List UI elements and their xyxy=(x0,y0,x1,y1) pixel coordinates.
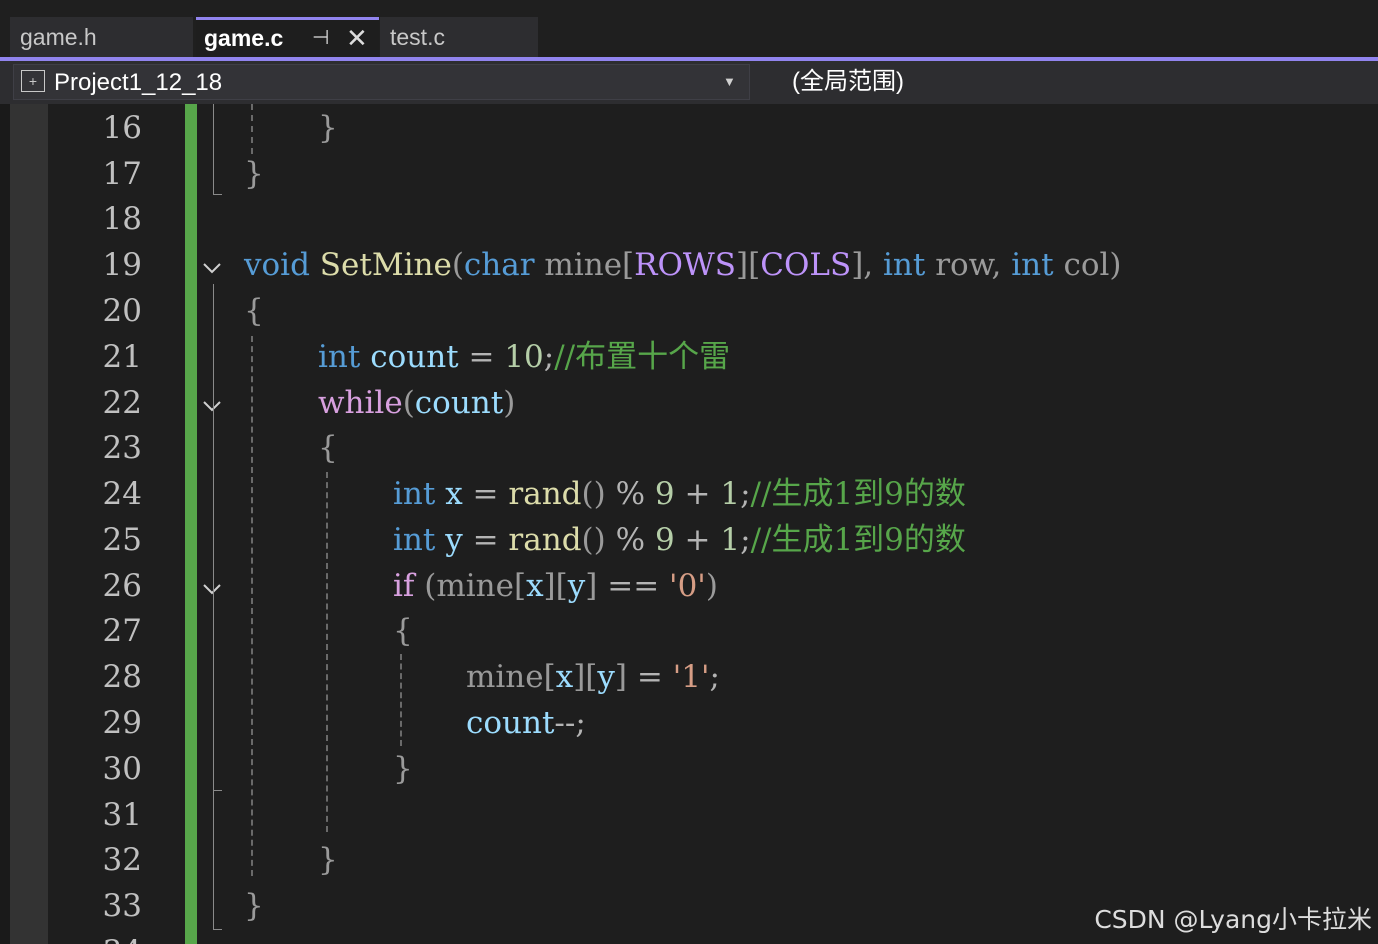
fold-bracket xyxy=(213,518,222,791)
code-line: { xyxy=(244,293,264,329)
code-line: int y = rand() % 9 + 1;//生成1到9的数 xyxy=(393,522,966,558)
navigation-bar: + Project1_12_18 ▼ (全局范围) xyxy=(0,61,1378,104)
tab-label: test.c xyxy=(390,24,445,50)
scope-dropdown[interactable]: (全局范围) xyxy=(754,64,1378,100)
line-number: 23 xyxy=(102,430,142,466)
watermark: CSDN @Lyang小卡拉米 xyxy=(1094,905,1372,934)
fold-bracket xyxy=(213,104,222,195)
line-number: 25 xyxy=(102,522,142,558)
code-editor[interactable]: 16 17 18 19 20 21 22 23 24 25 26 27 28 2… xyxy=(0,104,1378,944)
code-line: } xyxy=(318,842,338,878)
line-number: 18 xyxy=(102,201,142,237)
code-line: if (mine[x][y] == '0') xyxy=(393,568,718,604)
code-line: mine[x][y] = '1'; xyxy=(466,659,720,695)
line-number: 29 xyxy=(102,705,142,741)
code-line: } xyxy=(244,156,264,192)
project-icon: + xyxy=(21,70,45,92)
line-number: 16 xyxy=(102,110,142,146)
line-number: 17 xyxy=(102,156,142,192)
code-line: } xyxy=(244,888,264,924)
tab-bar: game.h game.c ⊣ ✕ test.c xyxy=(0,0,1378,58)
project-name: Project1_12_18 xyxy=(54,69,223,96)
line-number: 31 xyxy=(102,797,142,833)
code-line: while(count) xyxy=(318,385,516,421)
change-tracking-bar xyxy=(185,104,197,944)
tab-label: game.c xyxy=(204,25,284,51)
indent-guide xyxy=(400,654,402,746)
chevron-down-icon[interactable] xyxy=(200,256,224,280)
tab-game-c[interactable]: game.c ⊣ ✕ xyxy=(196,17,379,57)
code-line: { xyxy=(318,430,338,466)
line-number: 34 xyxy=(48,929,142,944)
code-line: void SetMine(char mine[ROWS][COLS], int … xyxy=(244,247,1122,283)
chevron-down-icon[interactable]: ▼ xyxy=(723,74,736,89)
pin-icon[interactable]: ⊣ xyxy=(312,20,329,57)
code-line: { xyxy=(393,613,413,649)
indent-guide xyxy=(251,336,253,876)
line-number: 26 xyxy=(102,568,142,604)
tab-label: game.h xyxy=(20,24,97,50)
close-icon[interactable]: ✕ xyxy=(346,20,368,57)
line-number: 19 xyxy=(102,247,142,283)
line-number: 32 xyxy=(102,842,142,878)
line-number: 28 xyxy=(102,659,142,695)
indent-guide xyxy=(326,472,328,832)
line-number: 24 xyxy=(102,476,142,512)
code-line: } xyxy=(318,110,338,146)
indicator-margin[interactable] xyxy=(10,104,48,944)
line-number: 30 xyxy=(102,751,142,787)
line-number: 27 xyxy=(102,613,142,649)
project-dropdown[interactable]: + Project1_12_18 ▼ xyxy=(13,64,750,100)
code-line: int x = rand() % 9 + 1;//生成1到9的数 xyxy=(393,476,966,512)
scope-label: (全局范围) xyxy=(792,68,904,95)
editor-left-edge xyxy=(0,104,10,944)
tab-test-c[interactable]: test.c xyxy=(380,17,538,57)
code-line: int count = 10;//布置十个雷 xyxy=(318,339,731,375)
line-number: 20 xyxy=(102,293,142,329)
indent-guide xyxy=(251,104,253,154)
tab-game-h[interactable]: game.h xyxy=(10,17,193,57)
code-line: } xyxy=(393,751,413,787)
code-line: count--; xyxy=(466,705,586,741)
line-number: 22 xyxy=(102,385,142,421)
line-number: 33 xyxy=(102,888,142,924)
line-number: 21 xyxy=(102,339,142,375)
